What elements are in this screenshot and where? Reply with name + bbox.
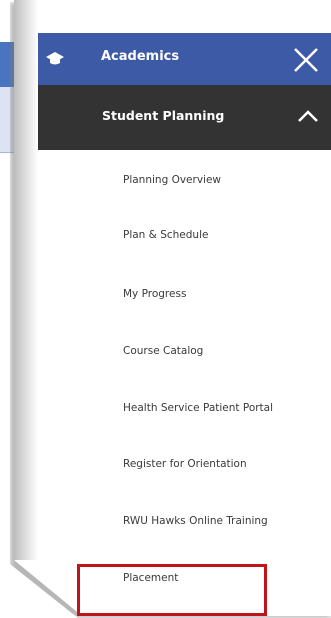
nav-item-course-catalog[interactable]: Course Catalog xyxy=(123,345,203,357)
nav-item-register-orientation[interactable]: Register for Orientation xyxy=(123,458,247,470)
nav-section-label: Academics xyxy=(101,49,180,64)
nav-item-plan-schedule[interactable]: Plan & Schedule xyxy=(123,229,208,241)
nav-item-rwu-hawks-training[interactable]: RWU Hawks Online Training xyxy=(123,515,268,527)
nav-item-my-progress[interactable]: My Progress xyxy=(123,288,186,300)
chevron-up-icon[interactable] xyxy=(296,107,320,125)
nav-subsection-label: Student Planning xyxy=(102,108,225,123)
graduation-cap-icon xyxy=(46,52,64,65)
menu-fold-edge xyxy=(14,0,38,560)
close-icon[interactable] xyxy=(289,43,323,77)
nav-section-academics[interactable]: Academics xyxy=(38,33,331,85)
placement-highlight-box xyxy=(77,564,267,616)
nav-item-planning-overview[interactable]: Planning Overview xyxy=(123,174,221,186)
nav-subsection-student-planning[interactable]: Student Planning xyxy=(38,85,331,150)
nav-item-health-service-portal[interactable]: Health Service Patient Portal xyxy=(123,402,273,414)
